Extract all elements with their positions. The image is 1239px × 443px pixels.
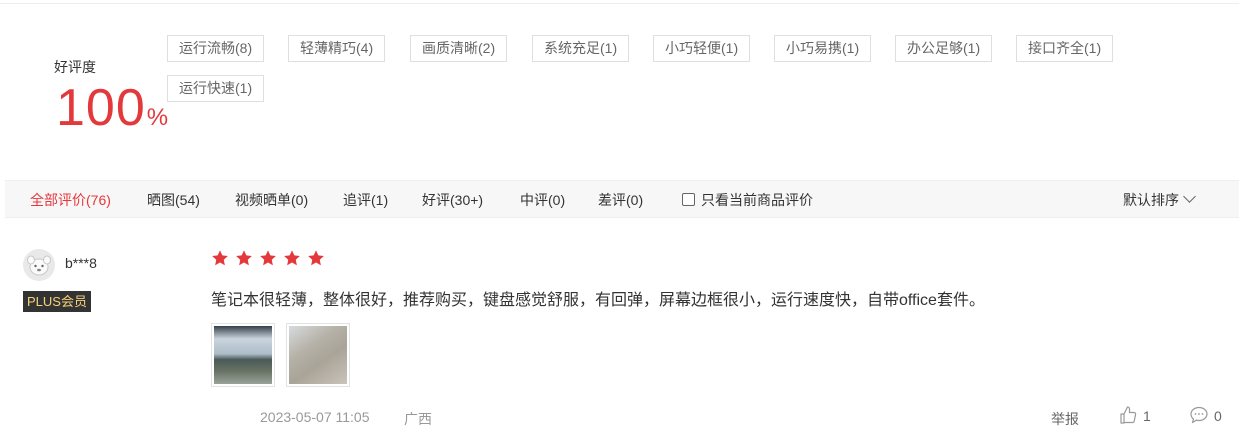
laptop-lid-photo xyxy=(289,326,347,384)
tag-item[interactable]: 接口齐全(1) xyxy=(1016,35,1114,62)
only-current-label: 只看当前商品评价 xyxy=(701,192,813,208)
top-divider xyxy=(0,3,1239,4)
rating-unit: % xyxy=(146,104,169,131)
star-icon xyxy=(236,250,252,266)
username: b***8 xyxy=(65,255,97,271)
filter-followup[interactable]: 追评(1) xyxy=(343,181,388,219)
like-count: 1 xyxy=(1143,408,1151,424)
rating-number: 100 xyxy=(56,79,146,137)
review-filter-bar: 全部评价(76) 晒图(54) 视频晒单(0) 追评(1) 好评(30+) 中评… xyxy=(5,180,1239,218)
rating-value: 100% xyxy=(56,78,168,138)
tag-item[interactable]: 运行快速(1) xyxy=(167,75,265,102)
comment-count: 0 xyxy=(1214,408,1222,424)
chevron-down-icon xyxy=(1183,190,1196,203)
review-region: 广西 xyxy=(404,411,432,427)
tag-item[interactable]: 系统充足(1) xyxy=(532,35,630,62)
comment-button[interactable]: 0 xyxy=(1189,405,1222,429)
tag-item[interactable]: 轻薄精巧(4) xyxy=(288,35,386,62)
like-button[interactable]: 1 xyxy=(1118,405,1151,429)
tag-item[interactable]: 运行流畅(8) xyxy=(167,35,265,62)
sort-dropdown[interactable]: 默认排序 xyxy=(1123,181,1196,219)
star-icon xyxy=(212,250,228,266)
star-icon xyxy=(284,250,300,266)
star-rating xyxy=(211,249,331,267)
star-icon xyxy=(308,250,324,266)
comment-bubble-icon xyxy=(1190,406,1208,424)
thumbs-up-icon xyxy=(1120,406,1137,424)
only-current-checkbox[interactable] xyxy=(682,193,695,206)
filter-negative[interactable]: 差评(0) xyxy=(598,181,643,219)
laptop-photo xyxy=(214,326,272,384)
review-date: 2023-05-07 11:05 xyxy=(260,409,370,425)
user-avatar-icon xyxy=(23,249,55,281)
only-current-product-toggle[interactable]: 只看当前商品评价 xyxy=(682,181,813,219)
tag-item[interactable]: 小巧易携(1) xyxy=(774,35,872,62)
review-photo-thumbnail[interactable] xyxy=(211,323,275,387)
tag-item[interactable]: 小巧轻便(1) xyxy=(653,35,751,62)
tag-item[interactable]: 画质清晰(2) xyxy=(410,35,508,62)
rating-label: 好评度 xyxy=(54,59,96,75)
filter-photos[interactable]: 晒图(54) xyxy=(147,181,200,219)
review-content: 笔记本很轻薄，整体很好，推荐购买，键盘感觉舒服，有回弹，屏幕边框很小，运行速度快… xyxy=(211,292,985,309)
review-photo-thumbnail[interactable] xyxy=(286,323,350,387)
sort-label: 默认排序 xyxy=(1123,192,1179,208)
tag-item[interactable]: 办公足够(1) xyxy=(895,35,993,62)
filter-neutral[interactable]: 中评(0) xyxy=(520,181,565,219)
filter-positive[interactable]: 好评(30+) xyxy=(422,181,483,219)
avatar[interactable] xyxy=(23,249,55,281)
star-icon xyxy=(260,250,276,266)
filter-all[interactable]: 全部评价(76) xyxy=(30,181,111,219)
report-button[interactable]: 举报 xyxy=(1051,409,1079,429)
filter-video[interactable]: 视频晒单(0) xyxy=(235,181,308,219)
plus-member-badge: PLUS会员 xyxy=(23,291,91,312)
